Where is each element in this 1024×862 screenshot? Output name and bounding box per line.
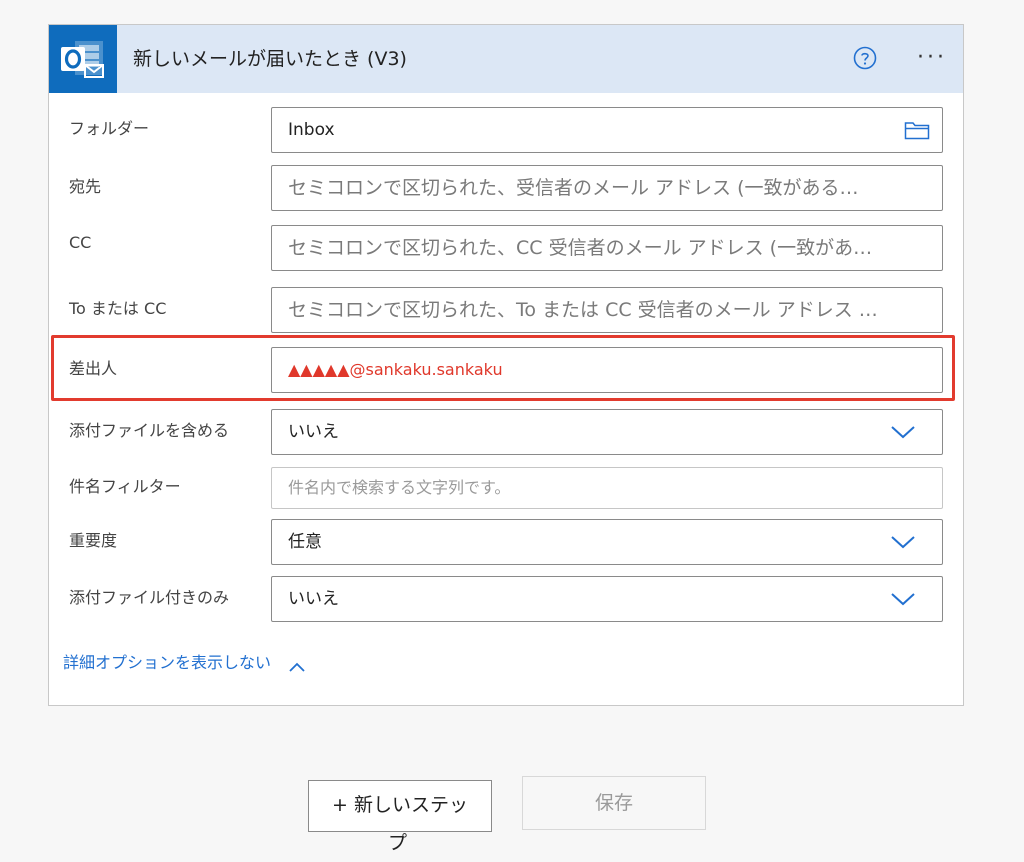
folder-value: Inbox bbox=[288, 120, 335, 140]
subject-filter-field[interactable]: 件名内で検索する文字列です。 bbox=[271, 467, 943, 509]
save-label: 保存 bbox=[594, 792, 633, 814]
hide-advanced-options-link[interactable]: 詳細オプションを表示しない bbox=[63, 649, 306, 673]
include-attachments-dropdown[interactable]: いいえ bbox=[271, 409, 943, 455]
cc-field[interactable]: セミコロンで区切られた、CC 受信者のメール アドレス (一致があ… bbox=[271, 225, 943, 271]
new-step-label-overflow: プ bbox=[388, 832, 408, 854]
only-with-attachments-value: いいえ bbox=[288, 589, 339, 609]
card-title: 新しいメールが届いたとき (V3) bbox=[133, 48, 407, 70]
to-or-cc-field[interactable]: セミコロンで区切られた、To または CC 受信者のメール アドレス … bbox=[271, 287, 943, 333]
importance-label: 重要度 bbox=[69, 531, 118, 550]
to-placeholder: セミコロンで区切られた、受信者のメール アドレス (一致がある… bbox=[288, 177, 859, 199]
to-label: 宛先 bbox=[69, 177, 102, 196]
chevron-up-icon bbox=[288, 658, 306, 672]
outlook-icon bbox=[49, 25, 117, 93]
new-step-button[interactable]: + 新しいステッ bbox=[308, 780, 492, 832]
new-step-label: + 新しいステッ bbox=[332, 794, 468, 816]
chevron-down-icon[interactable] bbox=[890, 591, 916, 607]
subject-filter-label: 件名フィルター bbox=[69, 477, 181, 496]
card-header[interactable]: 新しいメールが届いたとき (V3) ··· bbox=[49, 25, 963, 93]
chevron-down-icon[interactable] bbox=[890, 534, 916, 550]
cc-label: CC bbox=[69, 233, 92, 252]
importance-dropdown[interactable]: 任意 bbox=[271, 519, 943, 565]
folder-icon[interactable] bbox=[904, 120, 930, 140]
folder-label: フォルダー bbox=[69, 119, 150, 138]
hide-advanced-options-label: 詳細オプションを表示しない bbox=[63, 653, 272, 672]
only-with-attachments-label: 添付ファイル付きのみ bbox=[69, 588, 230, 607]
include-attachments-value: いいえ bbox=[288, 422, 339, 442]
include-attachments-label: 添付ファイルを含める bbox=[69, 421, 230, 440]
from-label: 差出人 bbox=[69, 359, 118, 378]
chevron-down-icon[interactable] bbox=[890, 424, 916, 440]
subject-filter-placeholder: 件名内で検索する文字列です。 bbox=[288, 478, 511, 497]
from-value: ▲▲▲▲▲@sankaku.sankaku bbox=[288, 360, 503, 379]
more-options-icon[interactable]: ··· bbox=[915, 47, 949, 69]
folder-field[interactable]: Inbox bbox=[271, 107, 943, 153]
cc-placeholder: セミコロンで区切られた、CC 受信者のメール アドレス (一致があ… bbox=[288, 237, 873, 259]
only-with-attachments-dropdown[interactable]: いいえ bbox=[271, 576, 943, 622]
help-circle-icon[interactable] bbox=[853, 46, 877, 70]
to-or-cc-placeholder: セミコロンで区切られた、To または CC 受信者のメール アドレス … bbox=[288, 299, 878, 321]
to-or-cc-label: To または CC bbox=[69, 299, 167, 318]
importance-value: 任意 bbox=[288, 532, 322, 552]
trigger-card: 新しいメールが届いたとき (V3) ··· フォルダー Inbox 宛先 セミコ… bbox=[48, 24, 964, 706]
to-field[interactable]: セミコロンで区切られた、受信者のメール アドレス (一致がある… bbox=[271, 165, 943, 211]
from-field[interactable]: ▲▲▲▲▲@sankaku.sankaku bbox=[271, 347, 943, 393]
save-button[interactable]: 保存 bbox=[522, 776, 706, 830]
